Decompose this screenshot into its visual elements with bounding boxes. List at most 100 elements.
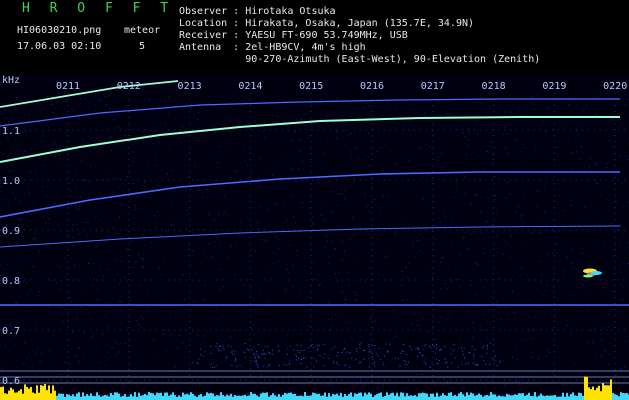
noise-dot	[425, 362, 427, 364]
spectrum-bar	[250, 392, 252, 400]
noise-dot	[5, 109, 7, 110]
noise-dot	[336, 136, 338, 138]
noise-dot	[110, 347, 112, 349]
noise-dot	[440, 348, 442, 350]
spectrum-bar	[106, 395, 108, 400]
spectrum-bar	[56, 395, 58, 400]
noise-dot	[543, 314, 545, 316]
noise-dot	[435, 239, 437, 240]
noise-dot	[78, 360, 80, 362]
noise-dot	[159, 123, 161, 125]
noise-dot	[292, 140, 294, 142]
noise-dot	[18, 193, 20, 195]
noise-dot	[194, 273, 196, 275]
noise-dot	[301, 303, 303, 305]
noise-dot	[494, 148, 496, 150]
spectrum-bar	[304, 392, 306, 400]
noise-dot	[53, 142, 55, 144]
spectrum-bar	[518, 393, 520, 400]
noise-dot	[421, 373, 423, 375]
noise-dot	[595, 177, 597, 179]
spectrum-bar	[204, 395, 206, 400]
spectrum-bar	[562, 392, 564, 400]
noise-dot	[147, 166, 149, 168]
plot-background	[0, 75, 629, 400]
noise-dot	[221, 323, 223, 325]
noise-dot	[264, 358, 266, 359]
noise-dot	[298, 168, 300, 170]
noise-dot	[359, 362, 361, 364]
noise-dot	[368, 366, 370, 368]
noise-dot	[80, 98, 81, 100]
noise-dot	[44, 159, 46, 161]
noise-dot	[436, 363, 438, 365]
noise-dot	[304, 357, 306, 359]
noise-dot	[153, 367, 155, 369]
noise-dot	[558, 308, 560, 310]
spectrum-bar	[168, 395, 170, 400]
noise-dot	[395, 109, 397, 111]
noise-dot	[34, 233, 36, 235]
noise-dot	[421, 354, 423, 356]
observer-line: Observer : Hirotaka Otsuka	[179, 6, 336, 17]
spectrum-bar	[268, 396, 270, 400]
noise-dot	[544, 189, 546, 191]
noise-dot	[602, 327, 604, 329]
noise-dot	[473, 354, 475, 355]
spectrum-bar	[458, 393, 460, 400]
noise-dot	[426, 174, 428, 176]
noise-dot	[316, 179, 318, 181]
noise-dot	[54, 156, 56, 157]
spectrum-bar	[602, 383, 604, 400]
noise-dot	[607, 326, 609, 328]
noise-dot	[210, 345, 212, 347]
noise-dot	[340, 259, 341, 261]
noise-dot	[465, 231, 467, 233]
noise-dot	[573, 266, 575, 268]
spectrum-bar	[144, 393, 146, 400]
spectrum-bar	[202, 396, 204, 400]
noise-dot	[261, 305, 263, 307]
noise-dot	[440, 288, 442, 289]
noise-dot	[462, 305, 464, 307]
x-tick-label: 0213	[178, 81, 202, 92]
noise-dot	[336, 355, 338, 357]
noise-dot	[127, 189, 129, 191]
noise-dot	[537, 206, 539, 208]
noise-dot	[26, 293, 28, 295]
noise-dot	[415, 306, 417, 308]
spectrum-bar	[240, 395, 242, 400]
noise-dot	[26, 189, 28, 191]
spectrum-bar	[192, 393, 194, 400]
noise-dot	[368, 345, 370, 347]
noise-dot	[358, 280, 360, 282]
noise-dot	[380, 147, 382, 149]
noise-dot	[444, 216, 446, 218]
noise-dot	[350, 321, 352, 323]
noise-dot	[284, 362, 286, 364]
spectrum-bar	[132, 396, 134, 400]
noise-dot	[29, 259, 31, 261]
noise-dot	[111, 115, 113, 117]
spectrum-bar	[362, 396, 364, 400]
noise-dot	[254, 356, 256, 358]
spectrum-bar	[128, 396, 130, 400]
noise-dot	[499, 306, 501, 308]
noise-dot	[496, 236, 498, 238]
noise-dot	[417, 252, 419, 254]
noise-dot	[477, 363, 479, 365]
noise-dot	[356, 299, 358, 301]
noise-dot	[521, 151, 523, 153]
noise-dot	[474, 349, 476, 350]
noise-dot	[167, 173, 168, 175]
noise-dot	[528, 299, 530, 301]
noise-dot	[84, 354, 86, 355]
spectrum-bar	[388, 394, 390, 400]
spectrum-bar	[512, 395, 514, 400]
spectrum-bar	[620, 392, 622, 400]
spectrum-bar	[560, 396, 562, 400]
noise-dot	[325, 365, 327, 367]
noise-dot	[142, 318, 144, 320]
noise-dot	[569, 96, 571, 98]
noise-dot	[338, 364, 340, 365]
